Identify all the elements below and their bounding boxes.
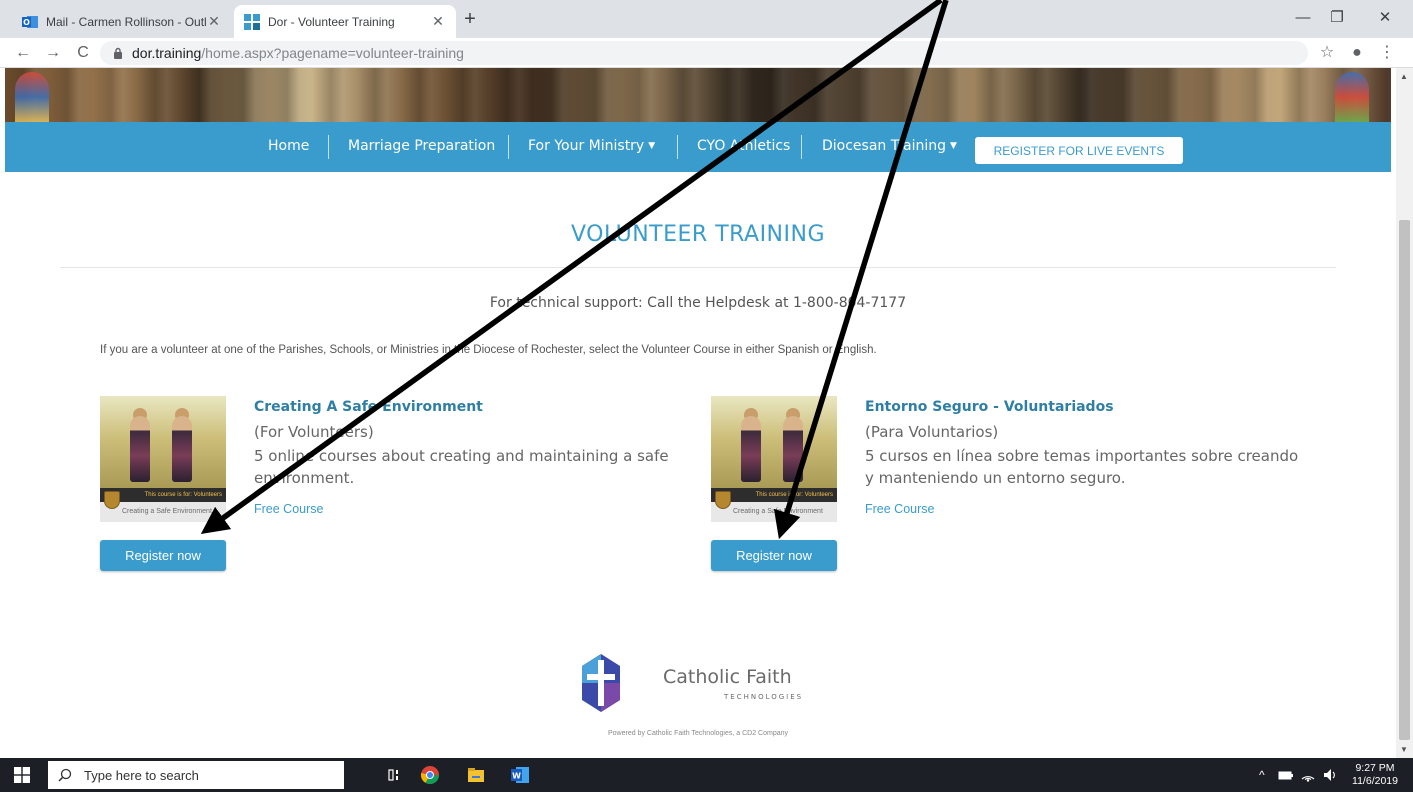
diocese-seal-icon — [104, 491, 120, 509]
file-explorer-icon[interactable] — [466, 765, 486, 785]
restore-button[interactable]: ❐ — [1322, 6, 1352, 30]
volume-icon[interactable] — [1322, 767, 1338, 783]
course-thumbnail-spanish[interactable]: This course is for: Volunteers Creating … — [711, 396, 837, 522]
reload-button[interactable]: C — [72, 42, 94, 64]
lock-icon — [114, 47, 122, 59]
tab-close-icon[interactable]: ✕ — [206, 13, 222, 30]
nav-label: For Your Ministry — [528, 138, 645, 154]
nav-item-for-your-ministry[interactable]: For Your Ministry ▼ — [528, 138, 655, 158]
tab-close-icon[interactable]: ✕ — [430, 13, 446, 30]
url-path: /home.aspx?pagename=volunteer-training — [201, 45, 464, 61]
nav-divider — [677, 135, 678, 159]
task-view-icon[interactable] — [386, 765, 406, 785]
nav-divider — [508, 135, 509, 159]
tab-volunteer-training[interactable]: Dor - Volunteer Training ✕ — [234, 5, 456, 38]
course-description: 5 cursos en línea sobre temas importante… — [865, 447, 1299, 487]
page-viewport: Home Marriage Preparation For Your Minis… — [0, 68, 1396, 758]
word-icon[interactable]: W — [510, 765, 530, 785]
chrome-icon[interactable] — [420, 765, 440, 785]
register-now-button-english[interactable]: Register now — [100, 540, 226, 571]
title-divider — [60, 267, 1336, 268]
nav-divider — [328, 135, 329, 159]
tab-title: Dor - Volunteer Training — [268, 14, 395, 29]
register-now-button-spanish[interactable]: Register now — [711, 540, 837, 571]
course-title-spanish[interactable]: Entorno Seguro - Voluntariados — [865, 399, 1114, 415]
caret-down-icon: ▼ — [949, 141, 957, 151]
footer-brand-tagline: TECHNOLOGIES — [724, 693, 804, 701]
powered-by-text[interactable]: Powered by Catholic Faith Technologies, … — [0, 730, 1396, 737]
windows-start-icon[interactable] — [14, 767, 30, 783]
footer-brand-name: Catholic Faith — [663, 666, 792, 688]
diocese-seal-icon — [715, 491, 731, 509]
stained-glass-window — [1335, 72, 1369, 122]
course-thumbnail-english[interactable]: This course is for: Volunteers Creating … — [100, 396, 226, 522]
forward-button[interactable]: → — [42, 42, 64, 64]
page-scrollbar[interactable]: ▲ ▼ — [1396, 68, 1413, 758]
clock-time: 9:27 PM — [1355, 762, 1395, 774]
windows-taskbar: Type here to search W ^ 9:27 PM 11/6/201… — [0, 758, 1413, 792]
catholic-faith-logo-icon — [582, 654, 620, 712]
nav-item-diocesan-training[interactable]: Diocesan Training ▼ — [822, 138, 957, 158]
browser-toolbar: ← → C dor.training/home.aspx?pagename=vo… — [0, 38, 1413, 68]
nav-item-home[interactable]: Home — [268, 138, 309, 158]
nav-item-marriage-preparation[interactable]: Marriage Preparation — [348, 138, 495, 158]
browser-menu-icon[interactable]: ⋮ — [1376, 42, 1398, 64]
search-placeholder: Type here to search — [84, 767, 199, 783]
nav-item-cyo-athletics[interactable]: CYO Athletics — [697, 138, 790, 158]
profile-icon[interactable]: ● — [1346, 42, 1368, 64]
page-title: VOLUNTEER TRAINING — [570, 222, 826, 247]
tab-outlook-mail[interactable]: O Mail - Carmen Rollinson - Outloo ✕ — [12, 5, 232, 38]
course-subtitle: (For Volunteers) — [254, 423, 374, 441]
new-tab-button[interactable]: + — [460, 9, 480, 29]
svg-text:W: W — [512, 772, 521, 781]
course-title-english[interactable]: Creating A Safe Environment — [254, 399, 483, 415]
tab-title: Mail - Carmen Rollinson - Outloo — [46, 14, 206, 29]
search-icon — [58, 768, 72, 782]
nav-label: Diocesan Training — [822, 138, 946, 154]
course-subtitle: (Para Voluntarios) — [865, 423, 999, 441]
stained-glass-window — [15, 72, 49, 122]
wifi-icon[interactable] — [1300, 767, 1316, 783]
bookmark-star-icon[interactable]: ☆ — [1316, 42, 1338, 64]
register-live-events-button[interactable]: REGISTER FOR LIVE EVENTS — [975, 137, 1183, 164]
scroll-up-arrow-icon[interactable]: ▲ — [1400, 72, 1408, 81]
close-window-button[interactable]: ✕ — [1370, 6, 1400, 30]
taskbar-search-input[interactable]: Type here to search — [48, 761, 344, 789]
url-host: dor.training — [132, 45, 202, 61]
scroll-down-arrow-icon[interactable]: ▼ — [1400, 745, 1408, 754]
site-nav-bar: Home Marriage Preparation For Your Minis… — [5, 122, 1391, 172]
back-button[interactable]: ← — [12, 42, 34, 64]
scrollbar-thumb[interactable] — [1399, 220, 1410, 740]
dor-favicon-icon — [244, 13, 260, 30]
minimize-button[interactable]: — — [1288, 6, 1318, 30]
outlook-icon: O — [22, 14, 38, 30]
intro-text: If you are a volunteer at one of the Par… — [100, 344, 877, 356]
course-description: 5 online courses about creating and main… — [254, 447, 669, 487]
battery-icon[interactable] — [1278, 768, 1294, 782]
tray-show-hidden-icon[interactable]: ^ — [1259, 768, 1265, 782]
svg-text:O: O — [23, 18, 30, 27]
nav-divider — [801, 135, 802, 159]
caret-down-icon: ▼ — [648, 141, 656, 151]
system-clock[interactable]: 9:27 PM 11/6/2019 — [1344, 762, 1406, 788]
support-notice: For technical support: Call the Helpdesk… — [489, 295, 907, 311]
hero-banner-image — [5, 68, 1391, 122]
course-price: Free Course — [865, 502, 935, 516]
clock-date: 11/6/2019 — [1352, 775, 1398, 787]
browser-tab-bar: O Mail - Carmen Rollinson - Outloo ✕ Dor… — [0, 0, 1413, 38]
address-bar[interactable]: dor.training/home.aspx?pagename=voluntee… — [100, 41, 1308, 65]
course-price: Free Course — [254, 502, 324, 516]
